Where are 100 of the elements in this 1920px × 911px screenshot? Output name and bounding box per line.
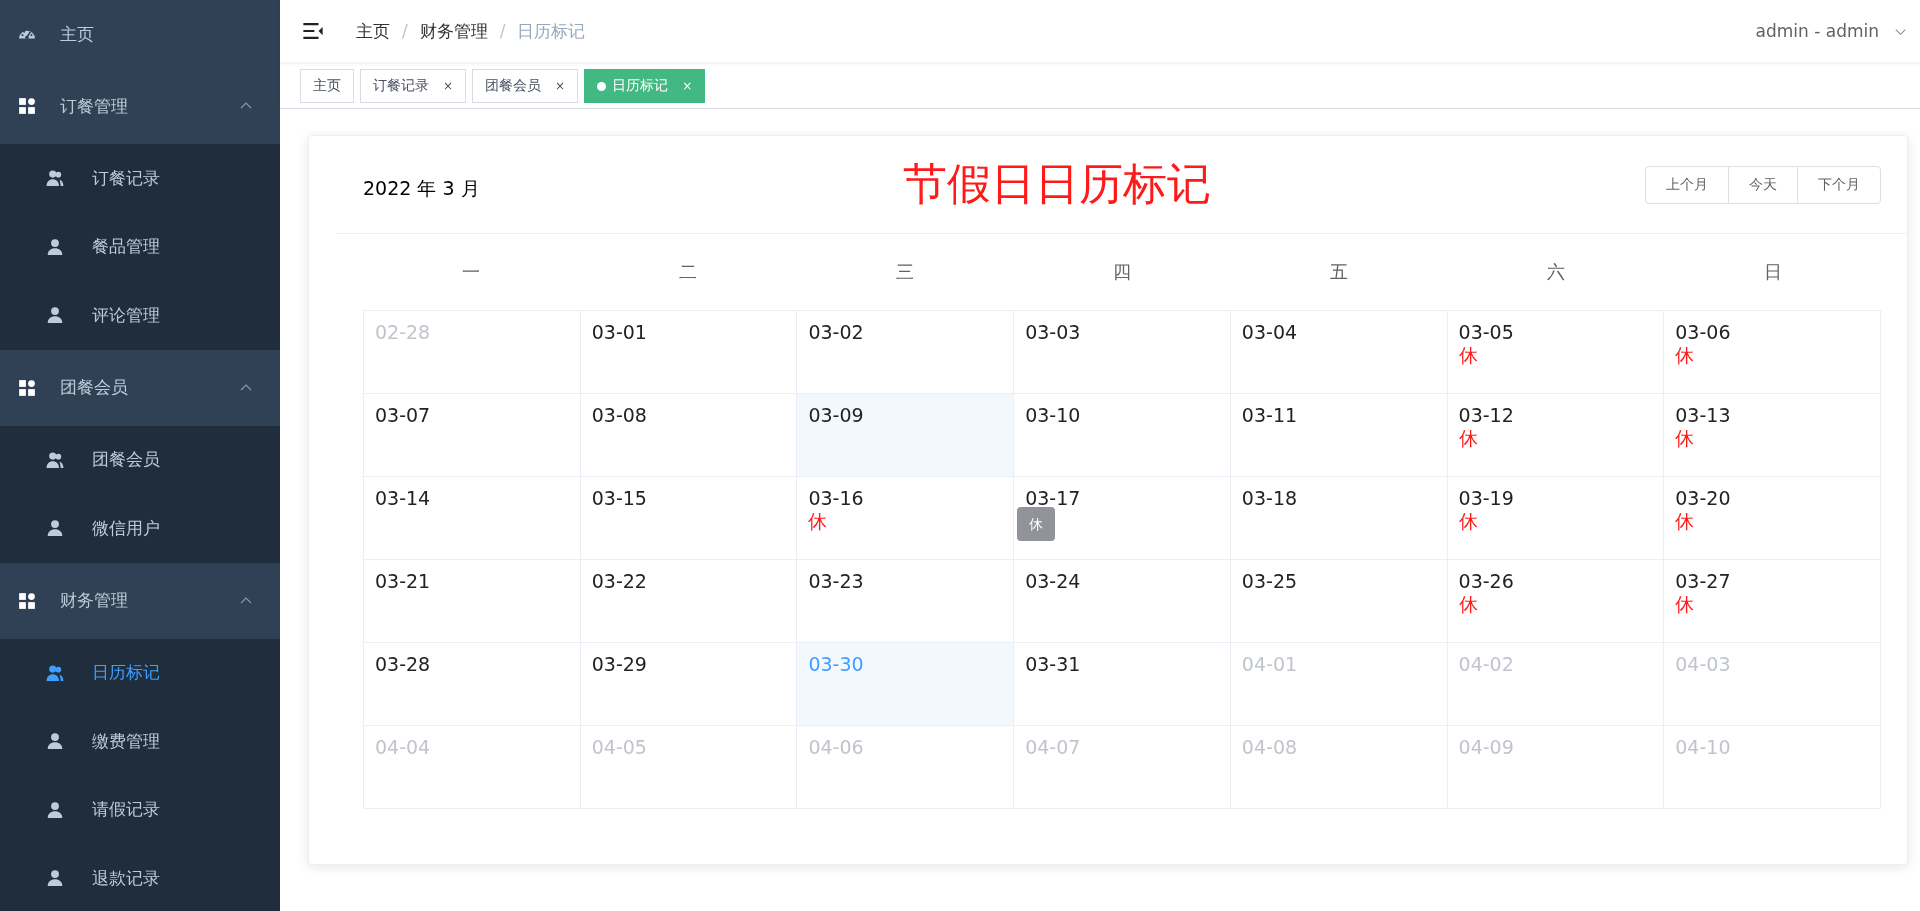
- sidebar-item[interactable]: 评论管理: [0, 281, 280, 350]
- day-number: 03-28: [375, 653, 431, 675]
- sidebar-group-header[interactable]: 订餐管理: [0, 68, 280, 144]
- weekday-header: 一: [461, 260, 482, 284]
- day-cell[interactable]: 03-15: [580, 477, 798, 560]
- day-cell[interactable]: 03-14: [364, 477, 581, 560]
- nav-button[interactable]: 今天: [1728, 165, 1798, 204]
- day-number: 03-14: [375, 487, 431, 509]
- month-label: 2022 年 3 月: [363, 175, 481, 201]
- tab[interactable]: 主页: [300, 69, 354, 103]
- day-number: 04-09: [1458, 736, 1514, 758]
- sidebar-item[interactable]: 微信用户: [0, 494, 280, 563]
- day-number: 03-08: [591, 404, 647, 426]
- day-cell[interactable]: 03-16 休: [797, 477, 1015, 560]
- holiday-mark: 休: [1675, 509, 1695, 534]
- day-number: 03-22: [591, 570, 647, 592]
- user-icon: [46, 732, 64, 751]
- day-cell[interactable]: 03-11: [1230, 394, 1448, 477]
- holiday-mark: 休: [1458, 509, 1478, 534]
- day-number: 03-03: [1025, 321, 1081, 343]
- sidebar-item[interactable]: 退款记录: [0, 844, 280, 911]
- users-icon: [46, 450, 64, 469]
- day-number: 03-31: [1025, 653, 1081, 675]
- breadcrumb-separator: /: [499, 21, 506, 41]
- day-number: 03-02: [808, 321, 864, 343]
- day-cell[interactable]: 03-27 休: [1664, 560, 1881, 643]
- day-cell[interactable]: 03-13 休: [1664, 394, 1881, 477]
- weekday-header: 四: [1112, 260, 1132, 284]
- tooltip: 休: [1017, 507, 1056, 541]
- day-cell[interactable]: 03-04: [1230, 311, 1448, 394]
- day-cell[interactable]: 03-31: [1014, 643, 1231, 726]
- holiday-mark: 休: [1675, 426, 1695, 451]
- sidebar-group-header[interactable]: 财务管理: [0, 562, 280, 639]
- day-number: 04-06: [808, 736, 864, 758]
- breadcrumb-link[interactable]: 财务管理: [419, 19, 488, 43]
- sidebar-item[interactable]: 缴费管理: [0, 707, 280, 776]
- day-cell[interactable]: 03-20 休: [1664, 477, 1881, 560]
- day-number: 03-21: [375, 570, 431, 592]
- holiday-mark: 休: [1675, 592, 1695, 617]
- sidebar-item[interactable]: 订餐记录: [0, 144, 280, 213]
- day-cell[interactable]: 03-09: [797, 394, 1015, 477]
- weekday-header: 五: [1328, 260, 1349, 284]
- day-number: 03-27: [1675, 570, 1731, 592]
- nav-button[interactable]: 下个月: [1797, 165, 1881, 204]
- day-cell[interactable]: 03-05 休: [1447, 311, 1665, 394]
- day-cell[interactable]: 03-28: [364, 643, 581, 726]
- day-cell[interactable]: 03-17 休: [1014, 477, 1231, 560]
- user-menu[interactable]: admin - admin: [1755, 21, 1908, 41]
- day-number: 03-01: [591, 321, 647, 343]
- day-cell[interactable]: 03-24: [1014, 560, 1231, 643]
- close-button[interactable]: ×: [555, 79, 566, 93]
- active-dot-icon: [597, 81, 607, 91]
- day-cell[interactable]: 03-12 休: [1447, 394, 1665, 477]
- day-number: 04-03: [1675, 653, 1731, 675]
- day-number: 04-07: [1025, 736, 1081, 758]
- weekday-header: 日: [1762, 260, 1783, 284]
- day-number: 04-10: [1675, 736, 1731, 758]
- day-number: 03-12: [1458, 404, 1514, 426]
- day-number: 03-29: [591, 653, 647, 675]
- day-number: 03-09: [808, 404, 864, 426]
- holiday-mark: 休: [1675, 343, 1695, 368]
- tab[interactable]: 团餐会员 ×: [472, 69, 579, 103]
- sidebar-item[interactable]: 团餐会员: [0, 425, 280, 494]
- user-icon: [46, 800, 64, 819]
- sidebar-group-header[interactable]: 团餐会员: [0, 349, 280, 426]
- day-cell[interactable]: 03-19 休: [1447, 477, 1665, 560]
- tab[interactable]: 订餐记录 ×: [360, 69, 467, 103]
- day-number: 03-05: [1458, 321, 1514, 343]
- sidebar-item[interactable]: 请假记录: [0, 775, 280, 844]
- day-number: 04-02: [1458, 653, 1514, 675]
- day-cell[interactable]: 03-03: [1014, 311, 1231, 394]
- day-number: 03-04: [1241, 321, 1298, 343]
- day-number: 03-19: [1458, 487, 1514, 509]
- weekday-header: 六: [1545, 260, 1566, 284]
- day-number: 04-05: [591, 736, 647, 758]
- day-cell[interactable]: 03-06 休: [1664, 311, 1881, 394]
- day-cell[interactable]: 03-22: [580, 560, 798, 643]
- holiday-mark: 休: [1458, 592, 1478, 617]
- day-cell[interactable]: 03-10: [1014, 394, 1231, 477]
- close-button[interactable]: ×: [443, 79, 454, 93]
- day-number: 03-10: [1025, 404, 1081, 426]
- nav-button[interactable]: 上个月: [1645, 165, 1729, 204]
- day-cell[interactable]: 03-07: [364, 394, 581, 477]
- user-icon: [46, 306, 64, 325]
- day-number: 03-18: [1241, 487, 1298, 509]
- day-cell[interactable]: 03-01: [580, 311, 798, 394]
- holiday-mark: 休: [1458, 426, 1478, 451]
- day-cell[interactable]: 03-25: [1230, 560, 1448, 643]
- user-icon: [46, 519, 64, 538]
- sidebar-item[interactable]: 日历标记: [0, 638, 280, 707]
- sidebar-item[interactable]: 主页: [0, 0, 280, 68]
- breadcrumb-link[interactable]: 主页: [356, 19, 390, 43]
- day-cell[interactable]: 03-18: [1230, 477, 1448, 560]
- user-icon: [46, 869, 64, 888]
- day-cell[interactable]: 03-21: [364, 560, 581, 643]
- day-cell[interactable]: 03-26 休: [1447, 560, 1665, 643]
- day-number: 03-23: [808, 570, 864, 592]
- menu-fold-icon[interactable]: [302, 20, 324, 42]
- grid-icon: [18, 591, 36, 610]
- sidebar-item[interactable]: 餐品管理: [0, 212, 280, 281]
